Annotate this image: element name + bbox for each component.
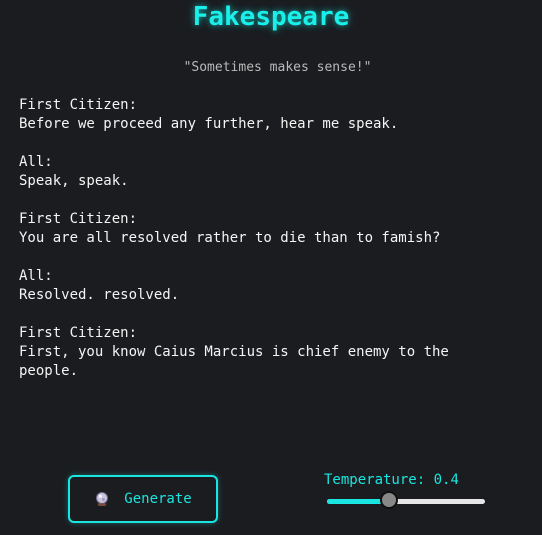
- dialogue-line: people.: [19, 363, 79, 379]
- temperature-label: Temperature: 0.4: [324, 472, 459, 488]
- dialogue-block: First Citizen: You are all resolved rathe…: [19, 210, 519, 248]
- generated-text-output: First Citizen: Before we proceed any furt…: [19, 96, 519, 400]
- app-subtitle: "Sometimes makes sense!": [183, 60, 372, 75]
- dialogue-block: First Citizen: First, you know Caius Marc…: [19, 324, 519, 381]
- dialogue-block: All: Speak, speak.: [19, 153, 519, 191]
- dialogue-line: Resolved. resolved.: [19, 287, 180, 303]
- crystal-ball-icon: [94, 491, 110, 507]
- speaker-name: All:: [19, 268, 53, 284]
- speaker-name: First Citizen:: [19, 97, 138, 113]
- dialogue-line: Speak, speak.: [19, 173, 129, 189]
- dialogue-line: First, you know Caius Marcius is chief e…: [19, 344, 449, 360]
- speaker-name: First Citizen:: [19, 211, 138, 227]
- app-title: Fakespeare: [192, 2, 350, 32]
- temperature-slider-thumb[interactable]: [380, 491, 399, 509]
- dialogue-line: You are all resolved rather to die than …: [19, 230, 441, 246]
- temperature-label-text: Temperature:: [324, 472, 426, 488]
- dialogue-line: Before we proceed any further, hear me s…: [19, 116, 399, 132]
- speaker-name: All:: [19, 154, 53, 170]
- speaker-name: First Citizen:: [19, 325, 138, 341]
- temperature-slider[interactable]: [327, 491, 485, 509]
- generate-button-label: Generate: [124, 491, 192, 507]
- dialogue-block: First Citizen: Before we proceed any furt…: [19, 96, 519, 134]
- generate-button[interactable]: Generate: [68, 475, 218, 523]
- dialogue-block: All: Resolved. resolved.: [19, 267, 519, 305]
- temperature-value: 0.4: [433, 472, 459, 488]
